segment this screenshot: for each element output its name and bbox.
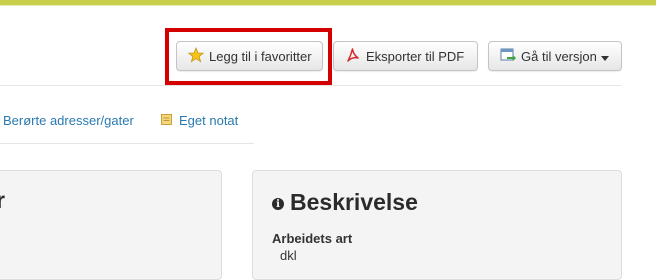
export-pdf-label: Eksporter til PDF [366, 48, 465, 64]
left-panel-title: r [0, 187, 5, 213]
pdf-icon [345, 47, 361, 66]
go-to-version-dropdown[interactable]: Gå til versjon [488, 41, 622, 71]
own-note-link[interactable]: Eget notat [161, 113, 238, 128]
toolbar-divider [0, 85, 621, 86]
note-icon [161, 113, 172, 128]
work-type-label: Arbeidets art [272, 231, 353, 246]
affected-addresses-label: Berørte adresser/gater [3, 113, 134, 128]
tabs-divider [0, 143, 254, 144]
caret-down-icon [600, 49, 609, 64]
description-title: i Beskrivelse [272, 189, 418, 216]
go-to-version-label: Gå til versjon [521, 48, 597, 64]
left-panel [0, 170, 222, 280]
description-title-text: Beskrivelse [290, 189, 418, 215]
top-accent-shadow [0, 5, 656, 6]
favorites-highlight-box [165, 28, 332, 85]
export-pdf-button[interactable]: Eksporter til PDF [333, 41, 478, 71]
own-note-label: Eget notat [179, 113, 239, 128]
go-to-version-icon [500, 47, 516, 66]
info-icon: i [272, 198, 284, 210]
affected-addresses-link[interactable]: Berørte adresser/gater [3, 113, 134, 128]
description-panel [252, 170, 622, 280]
